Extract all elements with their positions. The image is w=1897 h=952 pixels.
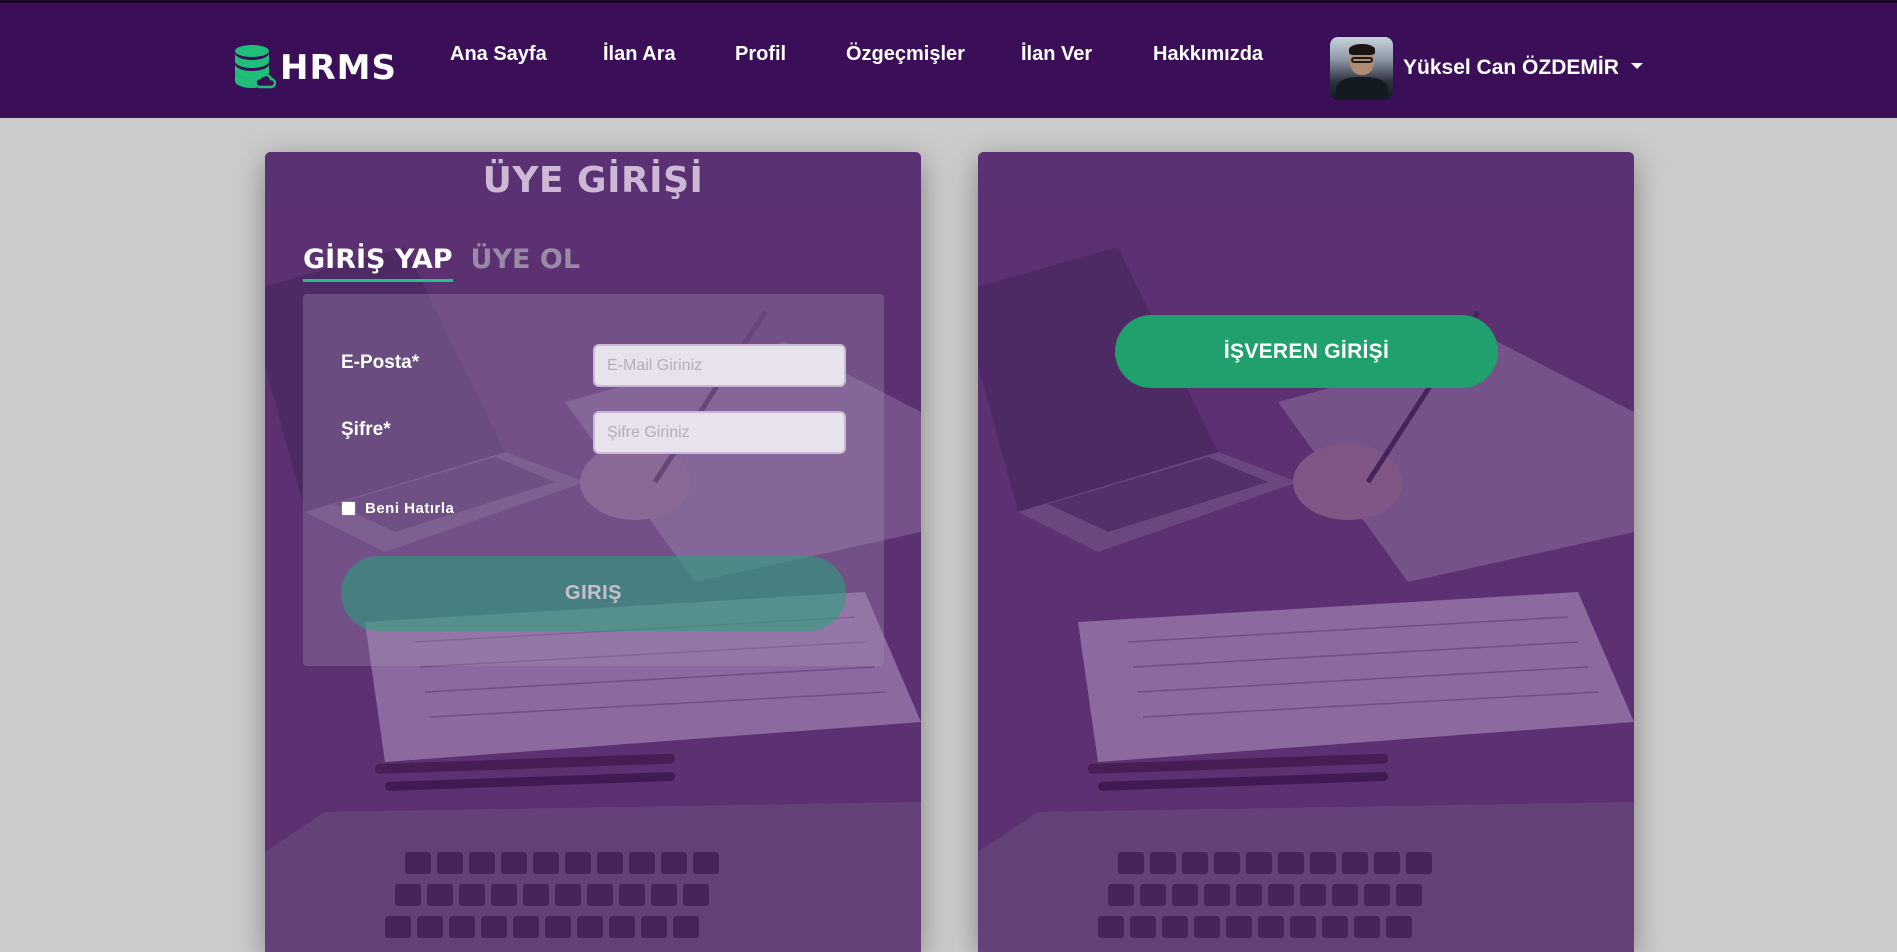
- password-field[interactable]: [593, 411, 846, 454]
- database-cloud-icon: [234, 43, 277, 94]
- login-card-title: ÜYE GİRİŞİ: [482, 160, 704, 201]
- brand-name: HRMS: [280, 48, 397, 88]
- caret-down-icon[interactable]: [1630, 63, 1643, 69]
- password-label: Şifre*: [341, 419, 391, 440]
- login-form: E-Posta* Şifre* Beni Hatırla GIRIŞ: [303, 294, 884, 666]
- brand-logo[interactable]: HRMS: [234, 43, 397, 93]
- top-navbar: HRMS Ana Sayfa İlan Ara Profil Özgeçmişl…: [0, 0, 1897, 118]
- nav-link-job-search[interactable]: İlan Ara: [603, 43, 676, 66]
- email-field[interactable]: [593, 344, 846, 387]
- nav-link-about[interactable]: Hakkımızda: [1153, 43, 1263, 66]
- remember-me[interactable]: Beni Hatırla: [341, 500, 454, 517]
- tab-login[interactable]: GİRİŞ YAP: [303, 244, 453, 282]
- email-label: E-Posta*: [341, 352, 420, 373]
- nav-link-post-job[interactable]: İlan Ver: [1021, 43, 1092, 66]
- member-login-card: ÜYE GİRİŞİ GİRİŞ YAP ÜYE OL E-Posta* Şif…: [265, 152, 921, 952]
- remember-me-label[interactable]: Beni Hatırla: [365, 500, 454, 517]
- tab-register[interactable]: ÜYE OL: [471, 244, 580, 282]
- auth-tabs: GİRİŞ YAP ÜYE OL: [303, 244, 580, 282]
- nav-link-profile[interactable]: Profil: [735, 43, 786, 66]
- login-button[interactable]: GIRIŞ: [341, 556, 846, 631]
- employer-login-button[interactable]: İŞVEREN GİRİŞİ: [1115, 315, 1498, 388]
- nav-link-home[interactable]: Ana Sayfa: [450, 43, 547, 66]
- user-avatar[interactable]: [1330, 36, 1393, 100]
- remember-me-checkbox[interactable]: [341, 501, 356, 516]
- user-name[interactable]: Yüksel Can ÖZDEMİR: [1403, 56, 1619, 80]
- nav-link-resumes[interactable]: Özgeçmişler: [846, 43, 965, 66]
- user-menu[interactable]: Yüksel Can ÖZDEMİR: [1330, 36, 1643, 100]
- employer-login-card: İŞVEREN GİRİŞİ: [978, 152, 1634, 952]
